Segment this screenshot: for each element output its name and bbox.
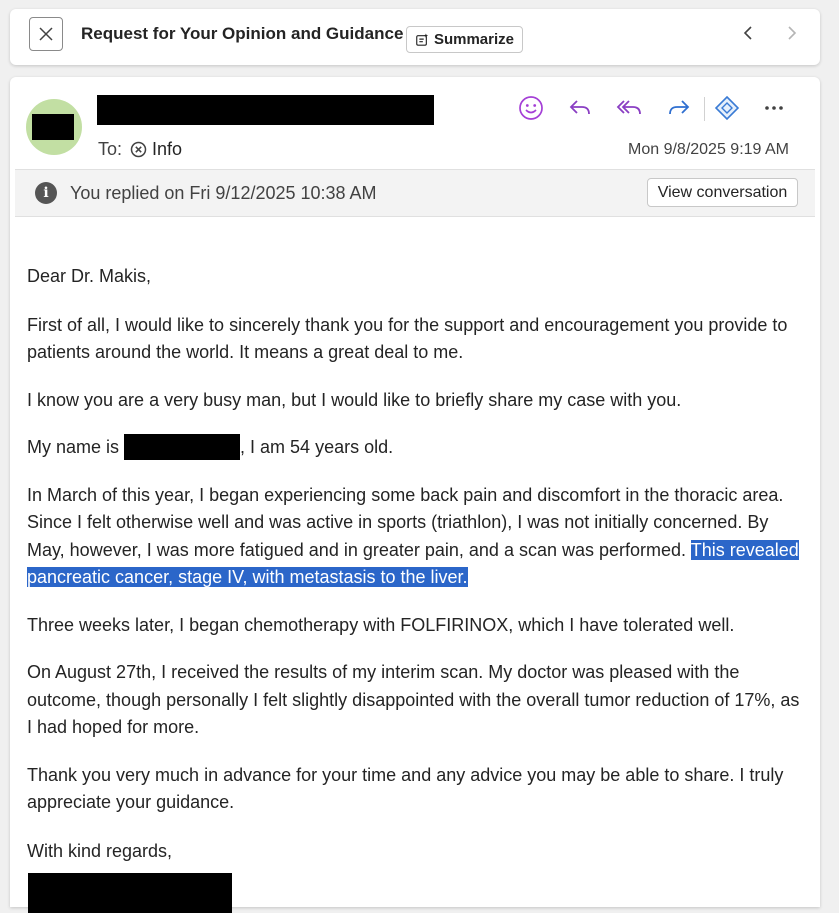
react-button[interactable]: [516, 93, 546, 123]
remove-recipient-icon: [130, 141, 147, 158]
close-button[interactable]: [29, 17, 63, 51]
message-body: Dear Dr. Makis, First of all, I would li…: [27, 263, 807, 865]
name-redaction: [124, 434, 241, 460]
paragraph-history: In March of this year, I began experienc…: [27, 482, 807, 592]
paragraph-chemotherapy: Three weeks later, I began chemotherapy …: [27, 614, 735, 635]
recipients-line: To: Info: [98, 139, 182, 160]
more-icon: [765, 106, 783, 110]
more-actions-button[interactable]: [759, 93, 789, 123]
paragraph-thanks: First of all, I would like to sincerely …: [27, 314, 788, 363]
paragraph-intro: I know you are a very busy man, but I wo…: [27, 389, 682, 410]
previous-message-icon[interactable]: [740, 23, 758, 43]
history-text: In March of this year, I began experienc…: [27, 484, 784, 560]
summarize-button[interactable]: Summarize: [406, 26, 523, 53]
reply-button[interactable]: [565, 93, 595, 123]
actions-divider: [704, 97, 705, 121]
closing: With kind regards,: [27, 840, 173, 861]
reply-icon: [569, 100, 590, 115]
smiley-icon: [519, 96, 543, 120]
to-label: To:: [98, 139, 123, 159]
reply-all-button[interactable]: [614, 93, 644, 123]
recipient-name: Info: [152, 139, 183, 159]
sender-name-redaction: [97, 95, 434, 125]
info-icon: i: [35, 182, 57, 204]
avatar-redaction: [32, 114, 74, 140]
summarize-icon: [416, 32, 429, 46]
paragraph-name: My name is , I am 54 years old.: [27, 434, 807, 462]
subject-bar: Request for Your Opinion and Guidance Su…: [10, 9, 820, 65]
message-date: Mon 9/8/2025 9:19 AM: [628, 141, 789, 158]
replied-info-text: You replied on Fri 9/12/2025 10:38 AM: [70, 183, 377, 203]
next-message-icon[interactable]: [782, 23, 800, 43]
name-suffix: , I am 54 years old.: [240, 437, 394, 457]
summarize-label: Summarize: [433, 31, 514, 48]
avatar[interactable]: [26, 99, 82, 155]
reply-all-icon: [616, 100, 641, 115]
recipient-chip[interactable]: Info: [130, 139, 182, 160]
app-diamond-icon: [714, 95, 740, 121]
paragraph-thank-you: Thank you very much in advance for your …: [27, 764, 784, 813]
loop-app-button[interactable]: [712, 93, 742, 123]
forward-icon: [669, 100, 690, 115]
message-card: To: Info Mon 9/8/2025 9:19 AM i You repl…: [10, 77, 820, 913]
name-prefix: My name is: [27, 437, 125, 457]
replied-info-bar: i You replied on Fri 9/12/2025 10:38 AM …: [15, 169, 815, 217]
close-icon: [39, 27, 53, 41]
signature-redaction: [28, 873, 232, 913]
forward-button[interactable]: [664, 93, 694, 123]
paragraph-scan-results: On August 27th, I received the results o…: [27, 662, 800, 737]
view-conversation-button[interactable]: View conversation: [647, 178, 798, 207]
greeting: Dear Dr. Makis,: [27, 266, 152, 286]
message-subject: Request for Your Opinion and Guidance: [81, 24, 404, 43]
